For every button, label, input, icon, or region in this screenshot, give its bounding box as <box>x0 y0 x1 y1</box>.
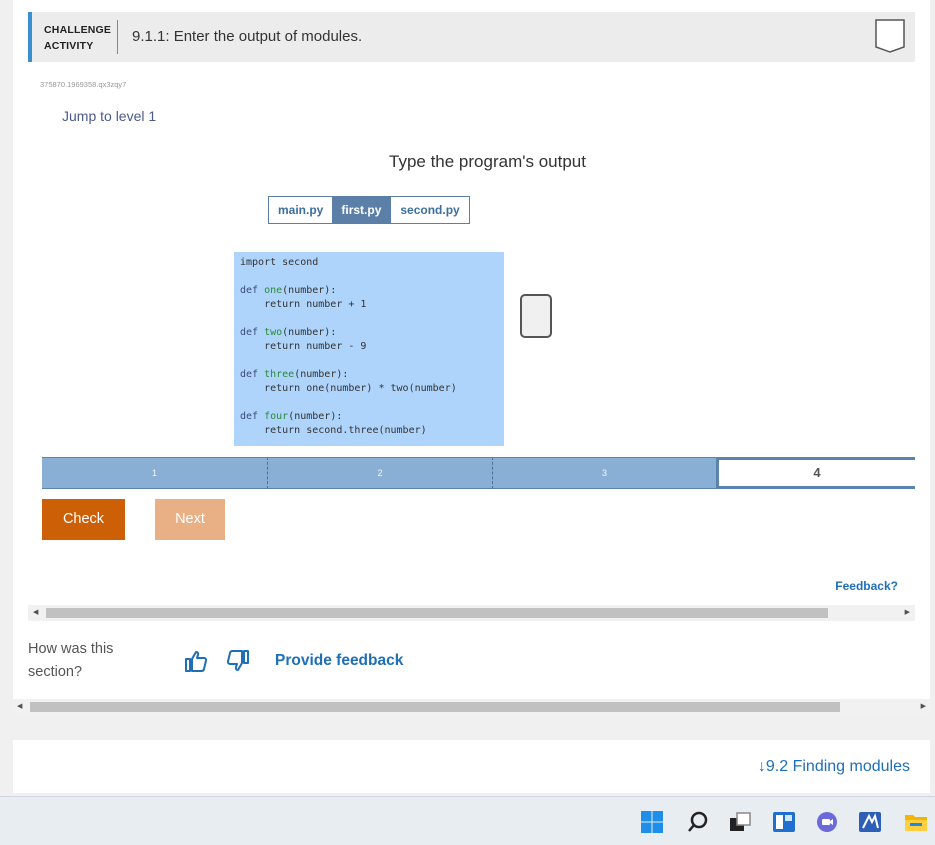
activity-type-label: CHALLENGE ACTIVITY <box>44 22 114 54</box>
bookmark-icon[interactable] <box>875 19 905 53</box>
scroll-left-icon[interactable]: ◀ <box>33 608 38 618</box>
rating-question: How was this section? <box>28 641 114 680</box>
output-answer-field[interactable] <box>520 294 552 338</box>
tab-first-py[interactable]: first.py <box>332 197 391 223</box>
activity-title: 9.1.1: Enter the output of modules. <box>132 28 363 45</box>
chat-icon[interactable] <box>815 810 839 834</box>
search-icon[interactable] <box>686 810 710 834</box>
code-block: import second def one(number): return nu… <box>234 252 504 446</box>
provide-feedback-link[interactable]: Provide feedback <box>275 652 403 670</box>
header-divider <box>117 20 118 54</box>
scrollbar-thumb[interactable] <box>46 608 828 618</box>
activity-horizontal-scrollbar[interactable]: ◀ ▶ <box>28 605 915 621</box>
level-2[interactable]: 2 <box>268 457 493 489</box>
windows-start-icon[interactable] <box>640 810 664 834</box>
arrow-down-icon: ↓ <box>757 758 766 775</box>
file-explorer-icon[interactable] <box>904 810 928 834</box>
code-line: return number - 9 <box>240 341 367 352</box>
code-line: def three(number): <box>240 369 349 380</box>
jump-to-level[interactable]: Jump to level 1 <box>62 108 156 124</box>
code-line: return number + 1 <box>240 299 367 310</box>
activity-type-line2: ACTIVITY <box>44 40 94 52</box>
page-horizontal-scrollbar[interactable]: ◀ ▶ <box>13 699 930 715</box>
code-line: def one(number): <box>240 285 337 296</box>
next-section-card: ↓9.2 Finding modules <box>13 740 930 793</box>
file-tabs: main.py first.py second.py <box>268 196 470 224</box>
level-4-current[interactable]: 4 <box>716 457 915 489</box>
code-line: return second.three(number) <box>240 425 427 436</box>
feedback-link[interactable]: Feedback? <box>835 579 898 593</box>
code-line: def two(number): <box>240 327 337 338</box>
tab-second-py[interactable]: second.py <box>390 197 469 223</box>
next-section-label: 9.2 Finding modules <box>765 758 910 775</box>
page: CHALLENGE ACTIVITY 9.1.1: Enter the outp… <box>0 0 935 796</box>
level-progress-bar: 1 2 3 4 <box>42 457 915 489</box>
next-section-link[interactable]: ↓9.2 Finding modules <box>758 758 910 776</box>
activity-id: 375870.1969358.qx3zqy7 <box>40 80 127 89</box>
task-view-icon[interactable] <box>728 810 752 834</box>
code-line: return one(number) * two(number) <box>240 383 457 394</box>
next-button[interactable]: Next <box>155 499 225 540</box>
code-line: import second <box>240 257 319 268</box>
scrollbar-thumb[interactable] <box>30 702 840 712</box>
tab-main-py[interactable]: main.py <box>269 197 333 223</box>
widgets-icon[interactable] <box>772 810 796 834</box>
level-3[interactable]: 3 <box>493 457 716 489</box>
level-1[interactable]: 1 <box>42 457 268 489</box>
thumbs-up-icon[interactable] <box>184 650 208 672</box>
thumbs-down-icon[interactable] <box>226 650 250 672</box>
activity-type-line1: CHALLENGE <box>44 24 112 36</box>
prompt-text: Type the program's output <box>389 152 586 171</box>
app-icon[interactable] <box>858 810 882 834</box>
activity-header: CHALLENGE ACTIVITY 9.1.1: Enter the outp… <box>28 12 915 62</box>
scroll-right-icon[interactable]: ▶ <box>921 702 926 712</box>
code-line: def four(number): <box>240 411 343 422</box>
check-button[interactable]: Check <box>42 499 125 540</box>
scroll-left-icon[interactable]: ◀ <box>17 702 22 712</box>
scroll-right-icon[interactable]: ▶ <box>905 608 910 618</box>
taskbar <box>0 796 935 845</box>
